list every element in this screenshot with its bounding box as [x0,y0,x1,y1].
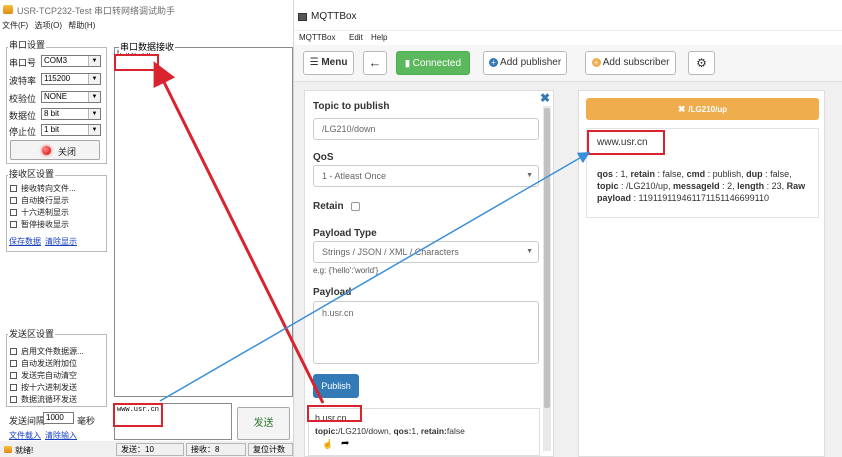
receive-area-title: 串口数据接收 [119,40,176,53]
screenshot-page: USR-TCP232-Test 串口转网络调试助手 文件(F) 选项(O) 帮助… [0,0,842,457]
blue-arrow-send-to-subscriber [159,151,591,402]
annotation-arrows [153,61,591,404]
